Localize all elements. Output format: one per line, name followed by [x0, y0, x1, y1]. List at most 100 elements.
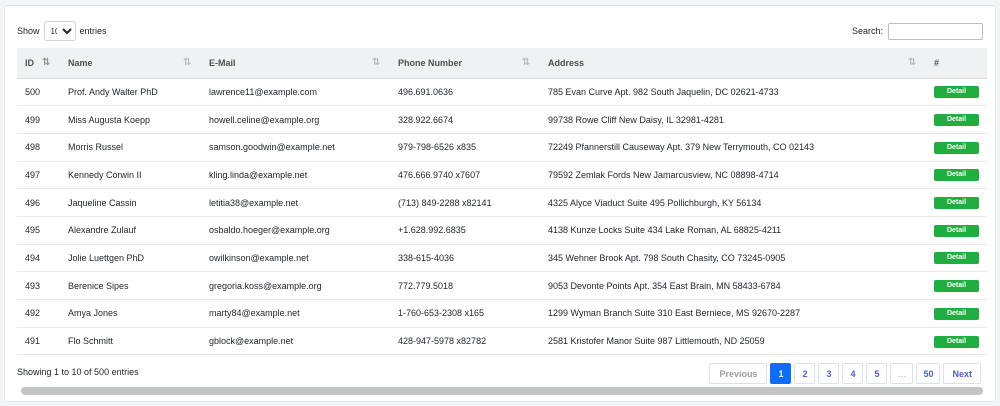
sort-icon: ⇅ [372, 57, 381, 68]
cell-phone: 476.666.9740 x7607 [398, 169, 481, 180]
cell-id: 499 [25, 114, 41, 125]
show-label: Show [17, 26, 40, 36]
cell-phone: 338-615-4036 [398, 252, 455, 263]
cell-address: 2581 Kristofer Manor Suite 987 Littlemou… [548, 336, 765, 347]
cell-name: Prof. Andy Walter PhD [68, 86, 158, 97]
pagination-page-5[interactable]: 5 [866, 363, 888, 384]
sort-icon: ⇅ [908, 57, 917, 68]
column-header-address[interactable]: Address ⇅ [540, 48, 926, 79]
detail-button[interactable]: Detail [934, 224, 979, 237]
cell-name: Jaqueline Cassin [68, 197, 137, 208]
detail-button[interactable]: Detail [934, 141, 979, 154]
cell-name: Jolie Luettgen PhD [68, 252, 145, 263]
detail-button[interactable]: Detail [934, 114, 979, 127]
cell-address: 345 Wehner Brook Apt. 798 South Chasity,… [548, 252, 786, 263]
detail-button[interactable]: Detail [934, 280, 979, 293]
users-table: ID ⇅ Name ⇅ E-Mail ⇅ Phone Number ⇅ Address ⇅… [17, 48, 987, 355]
sort-desc-icon: ⇅ [42, 57, 51, 68]
table-header-row: ID ⇅ Name ⇅ E-Mail ⇅ Phone Number ⇅ Address ⇅… [17, 48, 987, 79]
cell-id: 500 [25, 86, 41, 97]
cell-name: Alexandre Zulauf [68, 225, 137, 236]
cell-email: lawrence11@example.com [209, 86, 318, 97]
cell-phone: 979-798-6526 x835 [398, 142, 477, 153]
cell-name: Morris Russel [68, 142, 124, 153]
table-row: 500 Prof. Andy Walter PhD lawrence11@exa… [17, 78, 987, 106]
cell-email: letitia38@example.net [209, 197, 299, 208]
scrollbar-thumb[interactable] [21, 387, 983, 395]
table-info: Showing 1 to 10 of 500 entries [17, 367, 139, 377]
column-header-name[interactable]: Name ⇅ [60, 48, 201, 79]
cell-email: marty84@example.net [209, 308, 300, 319]
cell-action: Detail [926, 161, 987, 189]
column-header-email[interactable]: E-Mail ⇅ [201, 48, 390, 79]
detail-button[interactable]: Detail [934, 252, 979, 265]
entries-per-page-select[interactable]: 10 [43, 21, 76, 41]
cell-action: Detail [926, 189, 987, 217]
pagination-ellipsis: … [890, 363, 914, 384]
cell-id: 494 [25, 252, 41, 263]
cell-phone: 328.922.6674 [398, 114, 454, 125]
entries-label: entries [79, 26, 107, 36]
pagination-page-3[interactable]: 3 [818, 363, 840, 384]
column-header-id[interactable]: ID ⇅ [17, 48, 60, 79]
column-header-action: # [926, 48, 987, 79]
table-controls: Show 10 entries Search: [17, 20, 983, 42]
sort-icon: ⇅ [183, 57, 192, 68]
pagination-page-2[interactable]: 2 [794, 363, 816, 384]
cell-address: 785 Evan Curve Apt. 982 South Jaquelin, … [548, 86, 779, 97]
horizontal-scrollbar[interactable] [21, 387, 983, 395]
entries-length-control: Show 10 entries [17, 20, 107, 42]
cell-action: Detail [926, 133, 987, 161]
cell-email: howell.celine@example.org [209, 114, 320, 125]
cell-phone: 1-760-653-2308 x165 [398, 308, 485, 319]
search-input[interactable] [888, 22, 983, 40]
cell-action: Detail [926, 300, 987, 328]
cell-action: Detail [926, 216, 987, 244]
cell-id: 491 [25, 336, 41, 347]
pagination: Previous 1 2 3 4 5 … 50 Next [709, 363, 981, 384]
cell-id: 496 [25, 197, 41, 208]
detail-button[interactable]: Detail [934, 335, 979, 348]
search-label: Search: [851, 26, 883, 36]
cell-address: 4138 Kunze Locks Suite 434 Lake Roman, A… [548, 225, 782, 236]
cell-address: 79592 Zemlak Fords New Jamarcusview, NC … [548, 169, 779, 180]
table-row: 497 Kennedy Corwin II kling.linda@exampl… [17, 161, 987, 189]
cell-address: 72249 Pfannerstill Causeway Apt. 379 New… [548, 142, 814, 153]
table-row: 494 Jolie Luettgen PhD owilkinson@exampl… [17, 244, 987, 272]
detail-button[interactable]: Detail [934, 307, 979, 320]
cell-phone: 772.779.5018 [398, 280, 454, 291]
cell-phone: (713) 849-2288 x82141 [398, 197, 492, 208]
detail-button[interactable]: Detail [934, 169, 979, 182]
cell-name: Amya Jones [68, 308, 118, 319]
datatable-card: Show 10 entries Search: ID ⇅ Name ⇅ E-Mail… [4, 5, 996, 402]
cell-email: kling.linda@example.net [209, 169, 308, 180]
cell-name: Berenice Sipes [68, 280, 129, 291]
sort-icon: ⇅ [522, 57, 531, 68]
pagination-page-1[interactable]: 1 [770, 363, 792, 384]
cell-address: 9053 Devonte Points Apt. 354 East Brain,… [548, 280, 781, 291]
pagination-previous[interactable]: Previous [709, 363, 768, 384]
cell-email: osbaldo.hoeger@example.org [209, 225, 330, 236]
table-row: 498 Morris Russel samson.goodwin@example… [17, 133, 987, 162]
cell-name: Flo Schmitt [68, 336, 114, 347]
detail-button[interactable]: Detail [934, 197, 979, 210]
cell-email: samson.goodwin@example.net [209, 142, 335, 153]
search-control: Search: [852, 20, 983, 42]
cell-address: 4325 Alyce Viaduct Suite 495 Pollichburg… [548, 197, 762, 208]
table-row: 496 Jaqueline Cassin letitia38@example.n… [17, 189, 987, 217]
cell-action: Detail [926, 106, 987, 134]
column-header-phone[interactable]: Phone Number ⇅ [390, 48, 540, 79]
pagination-next[interactable]: Next [943, 363, 981, 384]
cell-email: gregoria.koss@example.org [209, 280, 322, 291]
cell-email: owilkinson@example.net [209, 252, 309, 263]
table-row: 495 Alexandre Zulauf osbaldo.hoeger@exam… [17, 216, 987, 245]
cell-id: 498 [25, 142, 41, 153]
detail-button[interactable]: Detail [934, 86, 979, 99]
cell-name: Miss Augusta Koepp [68, 114, 151, 125]
cell-phone: +1.628.992.6835 [398, 225, 466, 236]
table-row: 493 Berenice Sipes gregoria.koss@example… [17, 272, 987, 300]
table-row: 499 Miss Augusta Koepp howell.celine@exa… [17, 106, 987, 134]
cell-phone: 496.691.0636 [398, 86, 454, 97]
pagination-page-last[interactable]: 50 [916, 363, 941, 384]
pagination-page-4[interactable]: 4 [842, 363, 864, 384]
